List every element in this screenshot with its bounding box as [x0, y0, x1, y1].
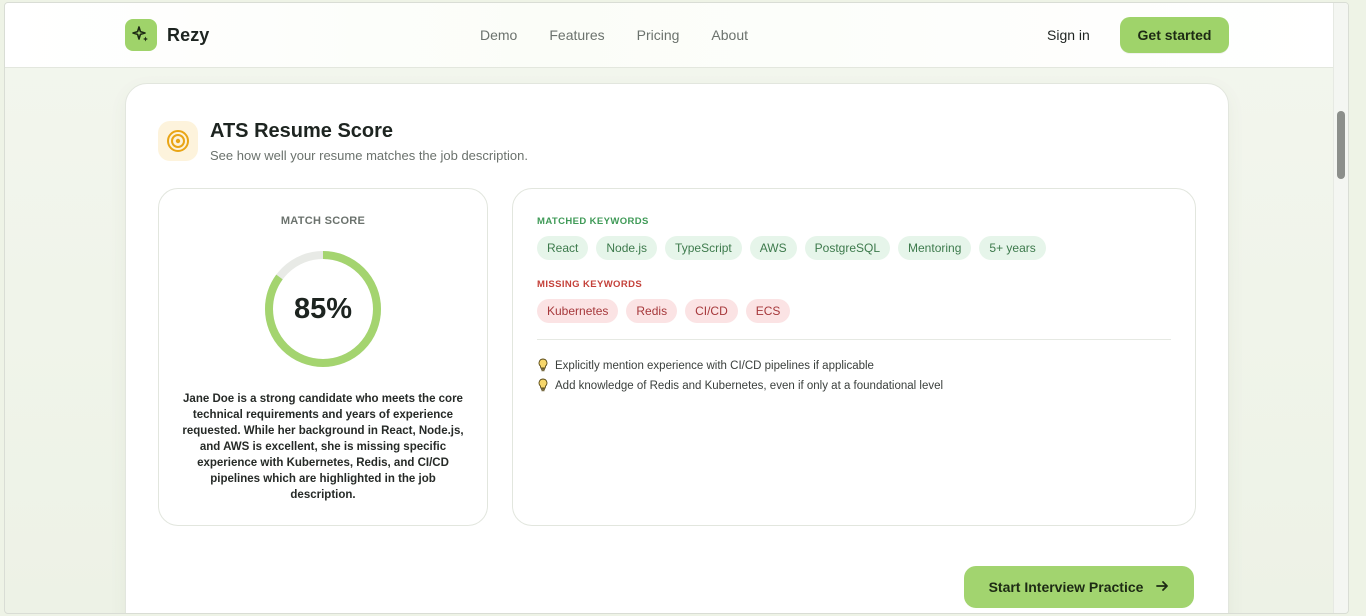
match-score-label: MATCH SCORE [280, 215, 366, 227]
arrow-right-icon [1155, 579, 1169, 596]
nav-demo[interactable]: Demo [480, 27, 517, 43]
lightbulb-icon [537, 358, 549, 375]
matched-keywords-list: React Node.js TypeScript AWS PostgreSQL … [537, 236, 1046, 260]
score-value: 85% [293, 292, 353, 325]
matched-keyword-chip: React [537, 236, 589, 260]
card-subtitle: See how well your resume matches the job… [210, 148, 528, 163]
match-score-panel: MATCH SCORE 85% Jane Doe is a strong can… [158, 188, 488, 526]
sparkle-icon [125, 19, 157, 51]
sign-in-link[interactable]: Sign in [1047, 27, 1090, 43]
matched-keyword-chip: AWS [749, 236, 797, 260]
nav-features[interactable]: Features [549, 27, 604, 43]
matched-keyword-chip: Mentoring [898, 236, 972, 260]
tips-list: Explicitly mention experience with CI/CD… [537, 356, 943, 396]
scrollbar-thumb[interactable] [1337, 111, 1345, 179]
brand[interactable]: Rezy [125, 19, 209, 51]
tip-text: Explicitly mention experience with CI/CD… [555, 360, 874, 372]
page-scrollbar[interactable] [1333, 3, 1348, 613]
main-nav: Demo Features Pricing About [480, 27, 748, 43]
target-icon [158, 121, 198, 161]
candidate-summary: Jane Doe is a strong candidate who meets… [182, 393, 464, 501]
app-window: Rezy Demo Features Pricing About Sign in… [4, 2, 1349, 614]
missing-keyword-chip: Redis [626, 299, 678, 323]
missing-keywords-list: Kubernetes Redis CI/CD ECS [537, 299, 791, 323]
brand-name: Rezy [167, 24, 210, 45]
missing-keyword-chip: ECS [745, 299, 791, 323]
card-title: ATS Resume Score [210, 120, 394, 142]
lightbulb-icon [537, 378, 549, 395]
matched-keyword-chip: Node.js [596, 236, 658, 260]
matched-keyword-chip: PostgreSQL [804, 236, 891, 260]
top-navigation-bar: Rezy Demo Features Pricing About Sign in… [5, 3, 1348, 68]
start-interview-practice-button[interactable]: Start Interview Practice [964, 566, 1194, 608]
divider [537, 339, 1171, 340]
missing-keywords-label: MISSING KEYWORDS [537, 279, 643, 290]
tip-text: Add knowledge of Redis and Kubernetes, e… [555, 380, 944, 392]
cta-label: Start Interview Practice [988, 579, 1144, 595]
keywords-panel: MATCHED KEYWORDS React Node.js TypeScrip… [512, 188, 1196, 526]
ats-score-card: ATS Resume Score See how well your resum… [125, 83, 1229, 613]
matched-keyword-chip: 5+ years [979, 236, 1046, 260]
nav-pricing[interactable]: Pricing [637, 27, 680, 43]
missing-keyword-chip: Kubernetes [537, 299, 619, 323]
get-started-button[interactable]: Get started [1120, 17, 1229, 53]
tip-item: Explicitly mention experience with CI/CD… [537, 356, 943, 376]
nav-about[interactable]: About [711, 27, 748, 43]
matched-keywords-label: MATCHED KEYWORDS [537, 216, 649, 227]
matched-keyword-chip: TypeScript [665, 236, 742, 260]
tip-item: Add knowledge of Redis and Kubernetes, e… [537, 376, 943, 396]
missing-keyword-chip: CI/CD [685, 299, 738, 323]
